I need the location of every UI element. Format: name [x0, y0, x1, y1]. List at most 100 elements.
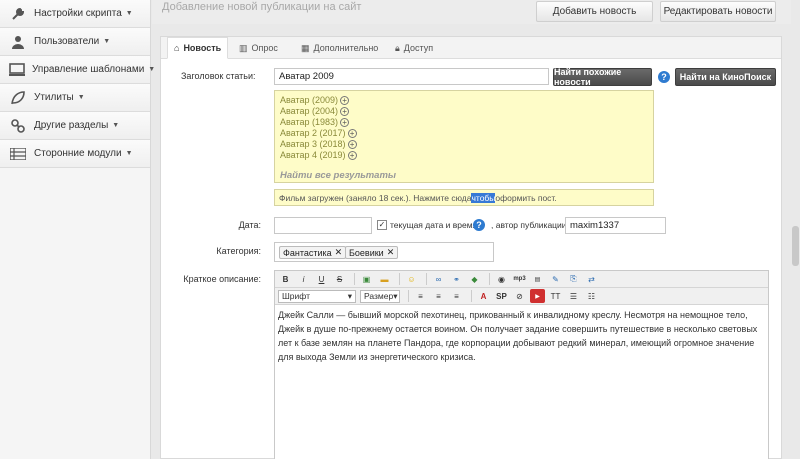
align-right-icon[interactable]: ≡	[449, 289, 464, 303]
help-icon[interactable]: ?	[658, 71, 670, 83]
font-select[interactable]: Шрифт ▾	[278, 289, 356, 303]
short-desc-text[interactable]: Джейк Салли — бывший морской пехотинец, …	[278, 308, 763, 364]
main-panel: ⌂ Новость ▥ Опрос ▦ Дополнительно 🔒︎ Дос…	[160, 36, 782, 459]
size-select[interactable]: Размер ▾	[360, 289, 400, 303]
bullet-list-icon[interactable]: ☰	[566, 289, 581, 303]
typograph-icon[interactable]: TT	[548, 289, 563, 303]
align-center-icon[interactable]: ≡	[431, 289, 446, 303]
suggestion-item[interactable]: Аватар (2009) +	[280, 95, 350, 105]
find-all-link[interactable]: Найти все результаты	[280, 170, 396, 181]
suggestion-label: Аватар (2004)	[280, 106, 339, 116]
suggestions-box: Аватар (2009) + Аватар (2004) + Аватар (19…	[274, 90, 654, 183]
tab-access[interactable]: 🔒︎ Доступ	[389, 37, 439, 59]
current-date-checkbox[interactable]: ✓	[377, 220, 387, 230]
remove-icon[interactable]: ✕	[335, 247, 343, 258]
unlink-icon[interactable]: ⚭	[449, 272, 464, 286]
tab-label: Дополнительно	[313, 43, 379, 53]
tab-poll[interactable]: ▥ Опрос	[233, 37, 284, 59]
sidebar-item-utilities[interactable]: Утилиты ▼	[0, 84, 150, 112]
editor-toolbar-2: Шрифт ▾ Размер ▾ ≡ ≡ ≡ A SP ⊘ ▶ TT ☰ ☷	[275, 288, 768, 305]
sidebar-item-label: Сторонние модули	[34, 148, 122, 159]
font-select-value: Шрифт	[282, 291, 310, 301]
suggestion-item[interactable]: Аватар (1983) +	[280, 117, 350, 127]
sidebar-item-label: Настройки скрипта	[34, 8, 122, 19]
monitor-icon	[9, 62, 25, 78]
plus-circle-icon[interactable]: +	[340, 117, 350, 127]
page-title: Добавление новой публикации на сайт	[162, 1, 362, 13]
sidebar-item-users[interactable]: Пользователи ▼	[0, 28, 150, 56]
load-notice[interactable]: Фильм загружен (заняло 18 сек.). Нажмите…	[274, 189, 654, 206]
suggestion-item[interactable]: Аватар 4 (2019) +	[280, 150, 357, 160]
caret-down-icon: ▼	[125, 150, 133, 157]
scrollbar-thumb[interactable]	[792, 226, 799, 266]
plus-circle-icon[interactable]: +	[340, 106, 350, 116]
caret-down-icon: ▾	[393, 290, 398, 301]
plus-circle-icon[interactable]: +	[347, 128, 357, 138]
page-link-icon[interactable]: ⇄	[584, 272, 599, 286]
suggestion-label: Аватар 2 (2017)	[280, 128, 346, 138]
bold-button[interactable]: B	[278, 272, 293, 286]
link-icon	[9, 118, 27, 134]
mp3-icon[interactable]: mp3	[512, 272, 527, 286]
find-similar-button[interactable]: Найти похожие новости	[553, 67, 652, 87]
suggestion-item[interactable]: Аватар 2 (2017) +	[280, 128, 357, 138]
remove-icon[interactable]: ✕	[387, 247, 395, 258]
youtube-icon[interactable]: ▶	[530, 289, 545, 303]
tag-label: Фантастика	[283, 247, 332, 258]
sidebar-item-other[interactable]: Другие разделы ▼	[0, 112, 150, 140]
plus-circle-icon[interactable]: +	[340, 95, 350, 105]
html-icon[interactable]: ▤	[530, 272, 545, 286]
add-news-button[interactable]: Добавить новость	[536, 1, 653, 22]
sidebar-item-templates[interactable]: Управление шаблонами ▼	[0, 56, 155, 84]
sidebar-item-label: Другие разделы	[34, 120, 109, 131]
image-icon[interactable]: ▣	[359, 272, 374, 286]
date-input[interactable]	[274, 217, 372, 234]
sidebar-item-modules[interactable]: Сторонние модули ▼	[0, 140, 150, 168]
strike-button[interactable]: S	[332, 272, 347, 286]
underline-button[interactable]: U	[314, 272, 329, 286]
edit-icon[interactable]: ✎	[548, 272, 563, 286]
page-scrollbar[interactable]	[791, 0, 800, 459]
user-icon	[9, 34, 27, 50]
sidebar: Настройки скрипта ▼ Пользователи ▼ Управ…	[0, 0, 155, 459]
suggestion-item[interactable]: Аватар (2004) +	[280, 106, 350, 116]
hide-icon[interactable]: ◆	[467, 272, 482, 286]
plus-circle-icon[interactable]: +	[347, 139, 357, 149]
caret-down-icon: ▼	[77, 94, 85, 101]
category-input[interactable]: Фантастика ✕ Боевики ✕	[274, 242, 494, 262]
folder-icon[interactable]: ▬	[377, 272, 392, 286]
help-icon[interactable]: ?	[473, 219, 485, 231]
author-label: , автор публикации:	[491, 220, 569, 230]
smile-icon[interactable]: ☺	[404, 272, 419, 286]
grid-icon: ▦	[301, 42, 310, 53]
plus-circle-icon[interactable]: +	[347, 150, 357, 160]
spoiler-icon[interactable]: SP	[494, 289, 509, 303]
italic-button[interactable]: i	[296, 272, 311, 286]
author-input[interactable]: maxim1337	[565, 217, 666, 234]
suggestion-label: Аватар (2009)	[280, 95, 339, 105]
title-input[interactable]: Аватар 2009	[274, 68, 549, 85]
category-tag[interactable]: Боевики ✕	[345, 246, 399, 259]
lock-icon: 🔒︎	[395, 42, 400, 53]
suggestion-item[interactable]: Аватар 3 (2018) +	[280, 139, 357, 149]
align-left-icon[interactable]: ≡	[413, 289, 428, 303]
sidebar-item-script-settings[interactable]: Настройки скрипта ▼	[0, 0, 150, 28]
media-icon[interactable]: ◉	[494, 272, 509, 286]
tab-additional[interactable]: ▦ Дополнительно	[295, 37, 384, 59]
tab-news[interactable]: ⌂ Новость	[167, 37, 229, 59]
tag-label: Боевики	[349, 247, 384, 258]
link-icon[interactable]: ∞	[431, 272, 446, 286]
toolbar-separator	[489, 273, 490, 285]
sidebar-item-label: Пользователи	[34, 36, 100, 47]
numbered-list-icon[interactable]: ☷	[584, 289, 599, 303]
notice-text: Фильм загружен (заняло 18 сек.). Нажмите…	[279, 192, 472, 203]
category-tag[interactable]: Фантастика ✕	[279, 246, 347, 259]
edit-news-button[interactable]: Редактировать новости	[660, 1, 776, 22]
text-color-icon[interactable]: A	[476, 289, 491, 303]
page-break-icon[interactable]: ⎘	[566, 272, 581, 286]
home-icon: ⌂	[174, 43, 180, 53]
find-kinopoisk-button[interactable]: Найти на КиноПоиск	[675, 68, 776, 86]
editor-toolbar: B i U S ▣ ▬ ☺ ∞ ⚭ ◆ ◉ mp3 ▤ ✎ ⎘ ⇄	[275, 271, 768, 288]
clear-icon[interactable]: ⊘	[512, 289, 527, 303]
caret-down-icon: ▼	[148, 66, 156, 73]
